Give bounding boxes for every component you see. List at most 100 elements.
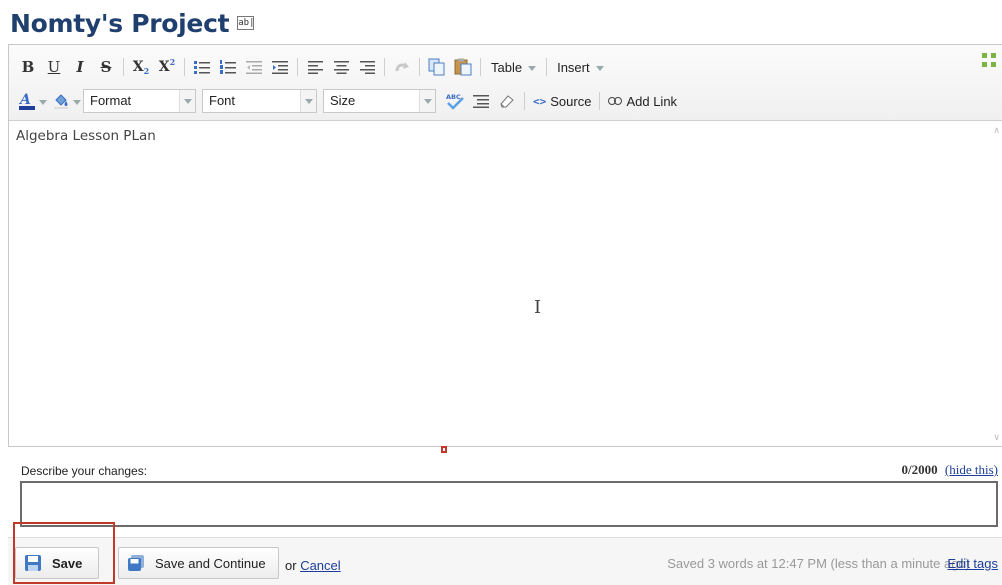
line-spacing-button[interactable] [468,89,494,113]
size-select-value: Size [330,93,356,108]
chevron-down-icon [300,90,316,112]
indent-icon [272,61,288,74]
font-select-value: Font [209,93,236,108]
chain-link-icon [608,97,623,105]
format-select-value: Format [90,93,132,108]
paste-icon [454,58,472,76]
source-button[interactable]: <> Source [529,94,595,109]
maximize-icon[interactable] [982,53,996,67]
rename-icon[interactable]: ab| [237,16,255,30]
align-center-button[interactable] [328,55,354,79]
bold-button[interactable]: B [15,55,41,79]
editor-resize-handle[interactable] [441,446,447,453]
numbered-list-button[interactable] [215,55,241,79]
save-and-continue-button[interactable]: Save and Continue [118,547,279,579]
edit-tags-link[interactable]: Edit tags [947,556,998,571]
toolbar-separator [599,92,601,110]
toolbar-separator [123,58,124,76]
superscript-button[interactable]: X2 [154,55,180,79]
line-spacing-icon [473,95,489,108]
paint-bucket-icon [53,94,68,109]
indent-button[interactable] [267,55,293,79]
redo-icon [395,62,409,72]
table-dropdown[interactable]: Table [485,55,542,79]
or-text: or [285,558,297,573]
bulleted-list-icon [194,61,210,74]
page-title: Nomty's Project [10,8,230,38]
outdent-button[interactable] [241,55,267,79]
background-color-button[interactable] [49,89,83,113]
strikethrough-button[interactable]: S [93,55,119,79]
align-right-button[interactable] [354,55,380,79]
chevron-down-icon [72,99,81,105]
insert-dropdown[interactable]: Insert [551,55,610,79]
chevron-down-icon [38,99,47,105]
toolbar-row-1: B U I S X2 X2 Table Insert [9,52,610,82]
chevron-down-icon [595,65,604,71]
eraser-icon [500,95,514,108]
chevron-down-icon [419,90,435,112]
outdent-icon [246,61,262,74]
toolbar-separator [297,58,298,76]
subscript-button[interactable]: X2 [128,55,154,79]
bulleted-list-button[interactable] [189,55,215,79]
editor-content-area[interactable]: Algebra Lesson PLan I ∧ ∨ [9,121,1002,447]
table-dropdown-label: Table [491,59,523,75]
toolbar-separator [546,58,548,76]
copy-button[interactable] [424,55,450,79]
toolbar-separator [480,58,481,76]
format-select[interactable]: Format [83,89,196,113]
scroll-up-icon[interactable]: ∧ [993,125,1000,136]
save-status-text: Saved 3 words at 12:47 PM (less than a m… [667,556,970,571]
toolbar-separator [184,58,185,76]
font-select[interactable]: Font [202,89,317,113]
chevron-down-icon [528,65,537,71]
size-select[interactable]: Size [323,89,436,113]
superscript-icon: X [158,59,170,75]
code-icon: <> [533,94,547,108]
redo-button[interactable] [389,55,415,79]
add-link-button[interactable]: Add Link [604,94,681,109]
toolbar-separator [419,58,420,76]
paste-button[interactable] [450,55,476,79]
scroll-down-icon[interactable]: ∨ [993,432,1000,443]
title-row: Nomty's Project ab| [10,6,255,40]
spellcheck-icon: ABC [446,93,464,110]
remove-format-button[interactable] [494,89,520,113]
toolbar-row-2: A Format Font Size ABC <> Source Add Lin… [9,86,681,116]
cancel-link[interactable]: Cancel [300,558,340,573]
save-and-continue-label: Save and Continue [155,555,266,571]
underline-button[interactable]: U [41,55,67,79]
italic-button[interactable]: I [67,55,93,79]
describe-changes-input[interactable] [20,481,998,527]
source-button-label: Source [550,93,592,109]
chevron-down-icon [179,90,195,112]
toolbar-separator [524,92,525,110]
copy-icon [428,58,445,76]
text-color-button[interactable]: A [15,89,49,113]
save-continue-icon [128,555,144,571]
character-counter: 0/2000 (hide this) [902,462,998,478]
svg-text:ABC: ABC [446,93,461,101]
align-left-icon [307,61,323,74]
add-link-button-label: Add Link [626,93,678,109]
text-color-icon: A [18,92,35,110]
align-center-icon [333,61,349,74]
spellcheck-button[interactable]: ABC [442,89,468,113]
text-cursor-icon: I [534,297,542,318]
toolbar-separator [384,58,385,76]
describe-changes-label: Describe your changes: [21,464,148,478]
editor-content-text[interactable]: Algebra Lesson PLan [16,128,156,144]
subscript-icon: X [132,59,144,75]
align-right-icon [359,61,375,74]
rich-text-editor: B U I S X2 X2 Table Insert A Format Font… [8,44,1002,447]
editor-scrollbar[interactable]: ∧ ∨ [988,121,1002,447]
align-left-button[interactable] [302,55,328,79]
save-highlight-box [13,522,115,584]
character-count: 0/2000 [901,462,938,477]
editor-toolbar: B U I S X2 X2 Table Insert A Format Font… [9,45,1002,121]
insert-dropdown-label: Insert [557,59,590,75]
svg-text:A: A [18,92,31,108]
or-cancel: or Cancel [285,558,341,573]
hide-this-link[interactable]: (hide this) [945,462,998,477]
